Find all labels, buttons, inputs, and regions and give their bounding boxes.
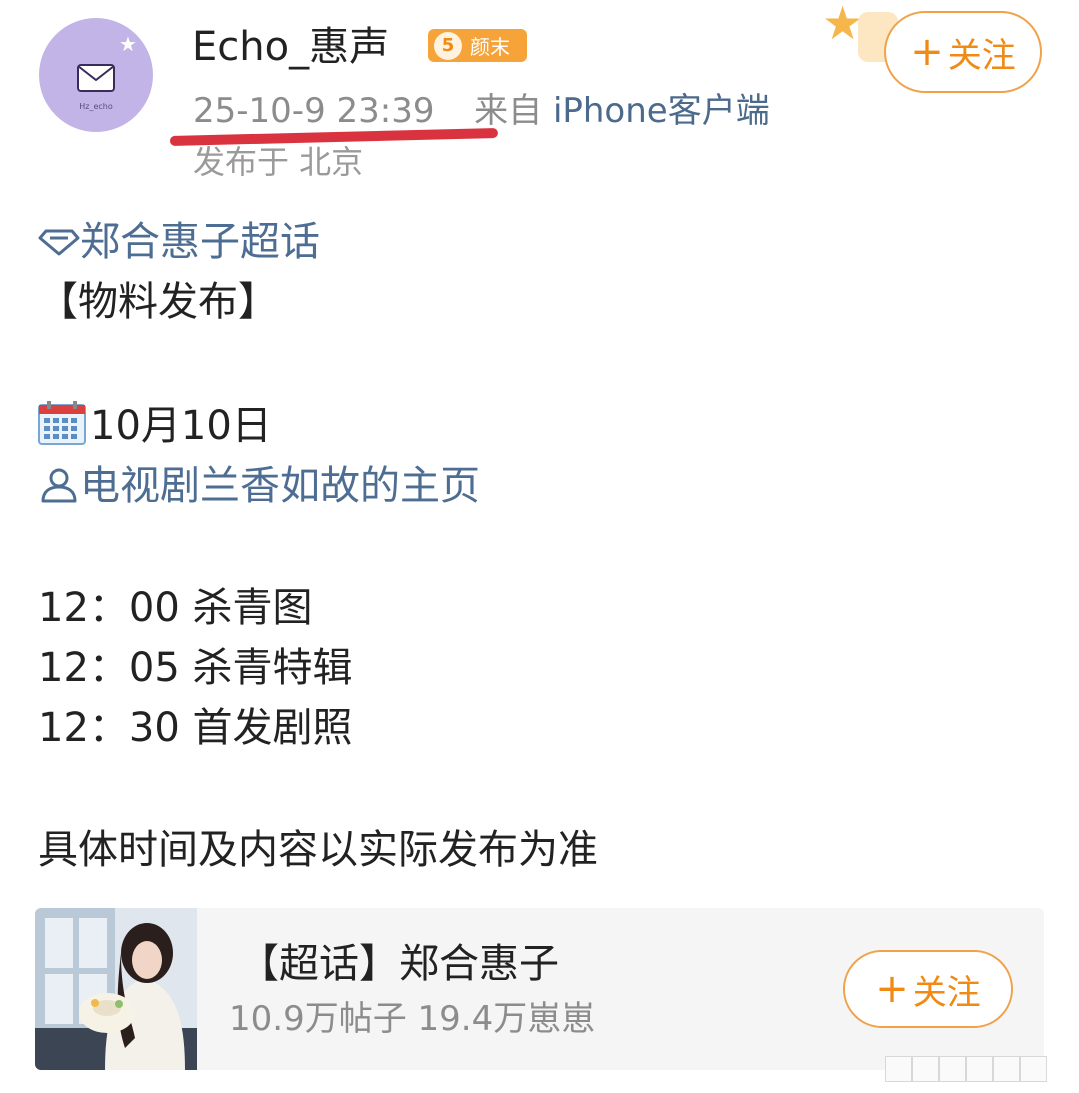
calendar-icon bbox=[38, 401, 86, 445]
post-note: 具体时间及内容以实际发布为准 bbox=[38, 827, 598, 873]
star-icon: ★ bbox=[119, 32, 137, 56]
level-name: 颜末 bbox=[470, 35, 510, 59]
schedule-item: 12：05 杀青特辑 bbox=[38, 645, 353, 691]
supertopic-link-label: 郑合惠子超话 bbox=[80, 219, 320, 265]
release-date: 10月10日 bbox=[38, 396, 272, 456]
diamond-icon bbox=[38, 229, 80, 256]
schedule-item: 12：00 杀青图 bbox=[38, 585, 313, 631]
topic-title[interactable]: 【超话】郑合惠子 bbox=[239, 936, 559, 992]
topic-follow-button[interactable]: + 关注 bbox=[843, 950, 1013, 1028]
release-date-text: 10月10日 bbox=[90, 403, 272, 449]
envelope-icon bbox=[77, 64, 115, 92]
supertopic-link[interactable]: 郑合惠子超话 bbox=[38, 212, 320, 272]
page-link[interactable]: 电视剧兰香如故的主页 bbox=[38, 456, 480, 516]
topic-thumbnail[interactable] bbox=[35, 908, 197, 1070]
follow-button[interactable]: + 关注 bbox=[884, 11, 1042, 93]
author-name[interactable]: Echo_惠声 bbox=[192, 22, 389, 72]
avatar[interactable]: ★ Hz_echo bbox=[39, 18, 153, 132]
post-location: 发布于 北京 bbox=[193, 143, 364, 178]
post-heading: 【物料发布】 bbox=[38, 279, 278, 325]
page-link-label: 电视剧兰香如故的主页 bbox=[80, 463, 480, 509]
source-prefix: 来自 bbox=[474, 91, 543, 131]
follow-label: 关注 bbox=[947, 35, 1016, 76]
schedule-item: 12：30 首发剧照 bbox=[38, 705, 353, 751]
level-number: 5 bbox=[434, 31, 462, 60]
plus-icon: + bbox=[875, 966, 909, 1012]
avatar-caption: Hz_echo bbox=[79, 102, 113, 111]
post-time: 25-10-9 23:39 bbox=[193, 91, 435, 131]
supertopic-card[interactable]: 【超话】郑合惠子 10.9万帖子 19.4万崽崽 + 关注 bbox=[35, 908, 1044, 1070]
watermark bbox=[885, 1056, 1047, 1082]
user-icon bbox=[41, 468, 77, 503]
plus-icon: + bbox=[910, 29, 944, 75]
post-source[interactable]: iPhone客户端 bbox=[553, 91, 770, 131]
level-badge: 5 颜末 bbox=[428, 29, 527, 62]
topic-follow-label: 关注 bbox=[912, 972, 981, 1013]
topic-stats: 10.9万帖子 19.4万崽崽 bbox=[229, 999, 596, 1039]
